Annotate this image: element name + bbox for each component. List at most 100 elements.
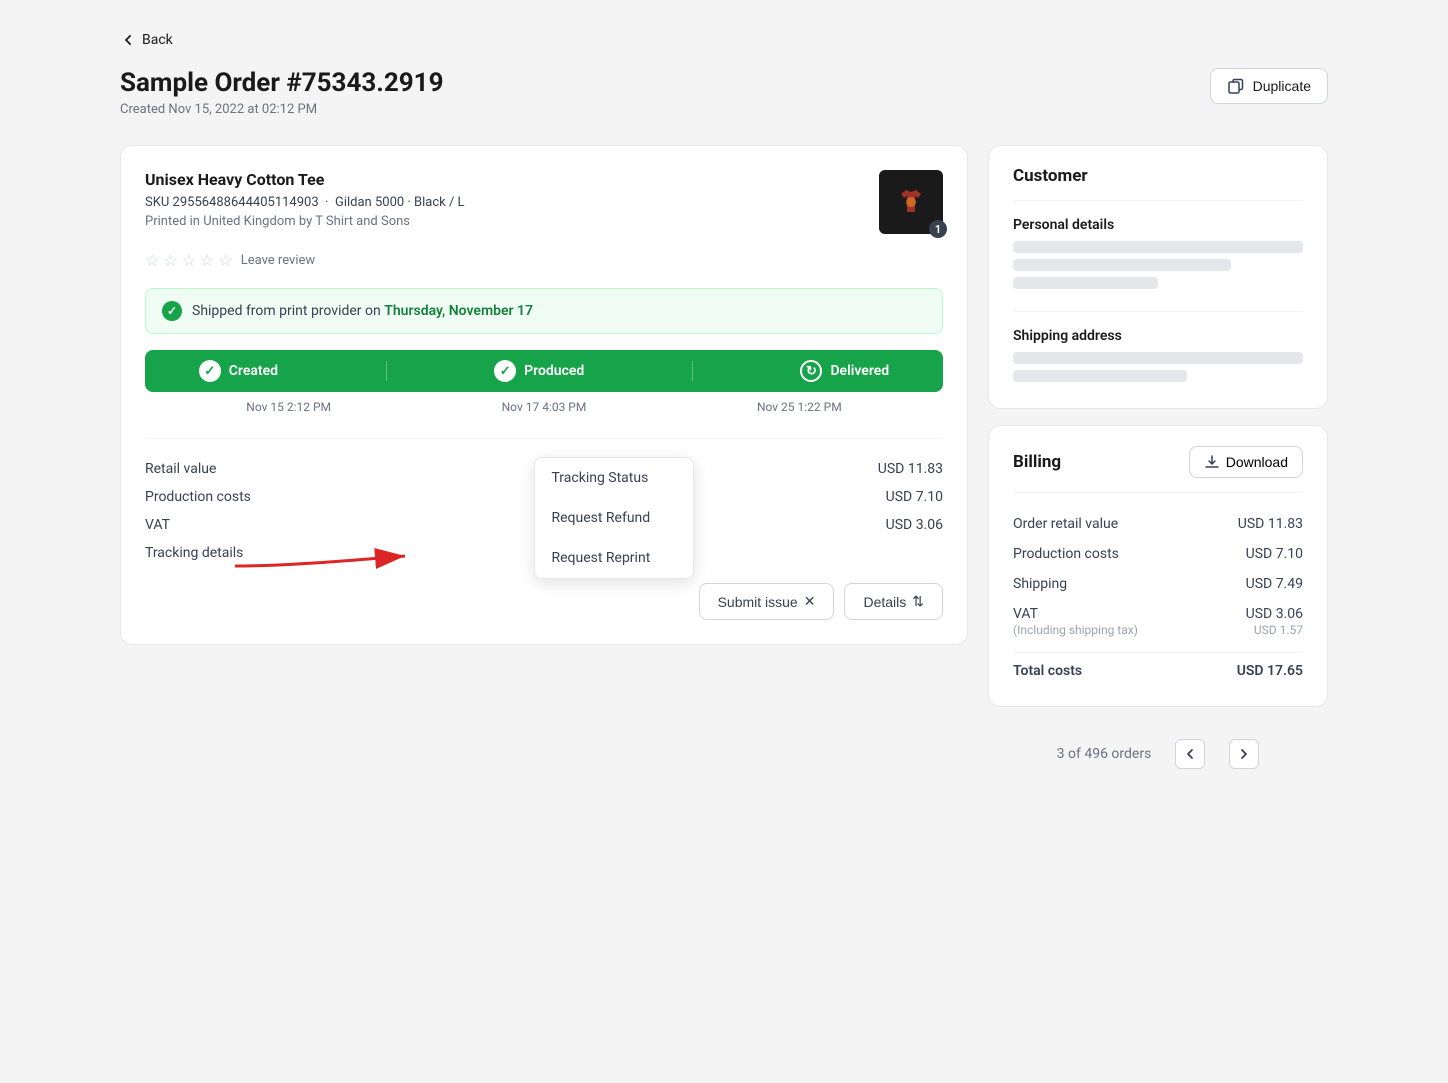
step-divider-1 — [386, 361, 387, 381]
production-costs-amount: USD 7.10 — [886, 489, 943, 505]
billing-vat-sub: (Including shipping tax) — [1013, 623, 1138, 637]
main-content: Unisex Heavy Cotton Tee SKU 295564886444… — [120, 145, 1328, 785]
billing-production-label: Production costs — [1013, 546, 1119, 562]
download-label: Download — [1226, 454, 1288, 470]
details-button[interactable]: Details ⇅ — [844, 583, 943, 620]
details-label: Details — [863, 594, 906, 610]
billing-row-production: Production costs USD 7.10 — [1013, 539, 1303, 569]
time-created: Nov 15 2:12 PM — [161, 400, 416, 414]
duplicate-button[interactable]: Duplicate — [1210, 68, 1328, 104]
billing-vat-labels: VAT (Including shipping tax) — [1013, 606, 1138, 637]
pagination: 3 of 496 orders — [988, 723, 1328, 785]
personal-detail-blurred-3 — [1013, 277, 1158, 289]
step-produced-icon — [494, 360, 516, 382]
progress-timestamps: Nov 15 2:12 PM Nov 17 4:03 PM Nov 25 1:2… — [145, 400, 943, 414]
step-created: Created — [199, 360, 278, 382]
star-rating: ☆ ☆ ☆ ☆ ☆ Leave review — [145, 251, 943, 270]
red-arrow-annotation — [225, 526, 425, 590]
shipping-blurred-2 — [1013, 370, 1187, 382]
retail-value-label: Retail value — [145, 461, 216, 477]
personal-detail-blurred-2 — [1013, 259, 1231, 271]
personal-detail-blurred-1 — [1013, 241, 1303, 253]
star-3[interactable]: ☆ — [182, 251, 196, 270]
shipped-text: Shipped from print provider on Thursday,… — [192, 303, 533, 319]
product-info: Unisex Heavy Cotton Tee SKU 295564886444… — [145, 170, 465, 239]
billing-total-label: Total costs — [1013, 663, 1082, 679]
step-created-icon — [199, 360, 221, 382]
chevron-left-icon — [1183, 747, 1197, 761]
billing-retail-value: USD 11.83 — [1238, 516, 1303, 532]
billing-total-row: Total costs USD 17.65 — [1013, 652, 1303, 686]
billing-row-retail: Order retail value USD 11.83 — [1013, 509, 1303, 539]
billing-production-value: USD 7.10 — [1246, 546, 1303, 562]
billing-card: Billing Download Order retail value USD … — [988, 425, 1328, 707]
download-button[interactable]: Download — [1189, 446, 1303, 478]
pagination-text: 3 of 496 orders — [1057, 746, 1152, 762]
star-1[interactable]: ☆ — [145, 251, 159, 270]
step-produced: Produced — [494, 360, 584, 382]
tshirt-thumbnail — [891, 182, 931, 222]
details-caret: ⇅ — [912, 593, 924, 610]
time-delivered: Nov 25 1:22 PM — [672, 400, 927, 414]
page-header: Sample Order #75343.2919 Created Nov 15,… — [120, 68, 1328, 117]
shipping-blurred-1 — [1013, 352, 1303, 364]
left-panel: Unisex Heavy Cotton Tee SKU 295564886444… — [120, 145, 968, 661]
submit-issue-button[interactable]: Submit issue ✕ — [699, 583, 835, 620]
card-actions: Tracking Status Request Refund Request R… — [145, 583, 943, 620]
billing-shipping-value: USD 7.49 — [1246, 576, 1303, 592]
production-costs-label: Production costs — [145, 489, 251, 505]
back-link[interactable]: Back — [120, 32, 173, 48]
time-produced: Nov 17 4:03 PM — [416, 400, 671, 414]
billing-vat-value: USD 3.06 — [1246, 606, 1303, 622]
step-delivered-label: Delivered — [830, 363, 889, 379]
order-created: Created Nov 15, 2022 at 02:12 PM — [120, 102, 444, 117]
billing-vat-values: USD 3.06 USD 1.57 — [1246, 606, 1303, 637]
billing-vat-label: VAT — [1013, 606, 1138, 622]
product-image-wrapper: 1 — [879, 170, 943, 234]
shipping-address-section: Shipping address — [1013, 328, 1303, 382]
star-4[interactable]: ☆ — [200, 251, 214, 270]
pagination-next-button[interactable] — [1229, 739, 1259, 769]
billing-shipping-label: Shipping — [1013, 576, 1067, 592]
personal-details-label: Personal details — [1013, 217, 1303, 233]
download-icon — [1204, 454, 1220, 470]
billing-row-vat: VAT (Including shipping tax) USD 3.06 US… — [1013, 599, 1303, 644]
chevron-right-icon — [1237, 747, 1251, 761]
step-divider-2 — [692, 361, 693, 381]
step-delivered-icon: ↻ — [800, 360, 822, 382]
product-count-badge: 1 — [929, 220, 947, 238]
submit-issue-dropdown: Tracking Status Request Refund Request R… — [534, 457, 694, 579]
submit-issue-wrapper: Tracking Status Request Refund Request R… — [699, 583, 835, 620]
billing-retail-label: Order retail value — [1013, 516, 1118, 532]
star-2[interactable]: ☆ — [163, 251, 177, 270]
progress-bar: Created Produced ↻ Delivered — [145, 350, 943, 392]
duplicate-icon — [1227, 77, 1245, 95]
billing-total-value: USD 17.65 — [1237, 663, 1303, 679]
order-info: Sample Order #75343.2919 Created Nov 15,… — [120, 68, 444, 117]
step-delivered: ↻ Delivered — [800, 360, 889, 382]
leave-review-link[interactable]: Leave review — [241, 253, 315, 268]
shipped-check-icon — [162, 301, 182, 321]
dropdown-tracking-status[interactable]: Tracking Status — [535, 458, 693, 498]
dropdown-request-reprint[interactable]: Request Reprint — [535, 538, 693, 578]
shipped-banner: Shipped from print provider on Thursday,… — [145, 288, 943, 334]
page-title: Sample Order #75343.2919 — [120, 68, 444, 98]
step-created-label: Created — [229, 363, 278, 379]
duplicate-label: Duplicate — [1253, 78, 1311, 94]
dropdown-request-refund[interactable]: Request Refund — [535, 498, 693, 538]
submit-issue-label: Submit issue — [718, 594, 798, 610]
customer-title: Customer — [1013, 166, 1303, 201]
billing-title: Billing — [1013, 452, 1061, 472]
star-5[interactable]: ☆ — [218, 251, 232, 270]
billing-vat-sub-value: USD 1.57 — [1246, 623, 1303, 637]
billing-row-shipping: Shipping USD 7.49 — [1013, 569, 1303, 599]
billing-header: Billing Download — [1013, 446, 1303, 493]
retail-value-amount: USD 11.83 — [878, 461, 943, 477]
vat-label: VAT — [145, 517, 170, 533]
step-produced-label: Produced — [524, 363, 584, 379]
shipped-date: Thursday, November 17 — [384, 303, 533, 319]
product-header: Unisex Heavy Cotton Tee SKU 295564886444… — [145, 170, 943, 239]
pagination-prev-button[interactable] — [1175, 739, 1205, 769]
customer-card: Customer Personal details Shipping addre… — [988, 145, 1328, 409]
arrow-left-icon — [120, 32, 136, 48]
